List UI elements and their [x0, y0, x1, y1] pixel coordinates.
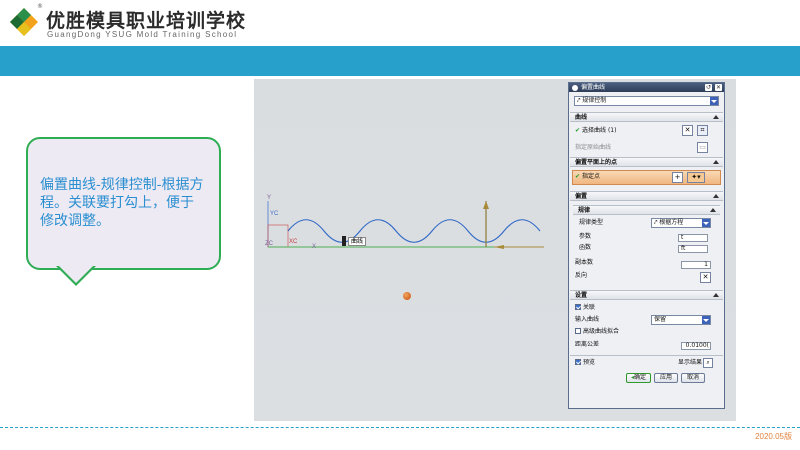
magnifier-icon[interactable]: ⌕ — [703, 358, 713, 368]
param-label: 参数 — [579, 233, 592, 240]
point-dialog-button[interactable]: + — [672, 172, 683, 183]
section-settings[interactable]: 设置 — [570, 290, 723, 300]
func-label: 函数 — [579, 244, 592, 251]
law-type-value: 根据方程 — [659, 219, 684, 226]
section-law[interactable]: 规律 — [573, 205, 720, 215]
axis-label-zc: ZC — [265, 241, 273, 247]
select-curve-label: 选择曲线 (1) — [582, 127, 617, 134]
type-combo[interactable]: ⤤ 规律控制 — [574, 96, 719, 106]
divider — [570, 355, 723, 356]
collapse-icon — [710, 208, 716, 212]
copies-field[interactable]: 1 — [681, 261, 711, 269]
callout-tail-fill — [59, 266, 93, 283]
slide: ® 优胜模具职业培训学校 GuangDong YSUG Mold Trainin… — [0, 0, 800, 450]
preview-checkbox[interactable]: 预览 — [575, 359, 595, 367]
version-label: 2020.05版 — [755, 432, 792, 441]
specify-point-label-row: ✔ 指定点 — [575, 173, 600, 181]
section-offset-label: 偏置 — [575, 193, 588, 200]
deselect-curve-button[interactable]: ✕ — [682, 125, 693, 136]
registered-mark: ® — [37, 3, 43, 10]
school-name-en: GuangDong YSUG Mold Training School — [47, 30, 238, 39]
chevron-down-icon — [710, 97, 718, 105]
callout-bubble: 偏置曲线-规律控制-根据方程。关联要打勾上，便于修改调整。 — [26, 137, 221, 270]
collapse-icon — [713, 194, 719, 198]
section-offset[interactable]: 偏置 — [570, 191, 723, 201]
section-law-label: 规律 — [578, 207, 591, 214]
copies-label: 副本数 — [575, 259, 594, 266]
specified-point-marker[interactable] — [403, 292, 411, 300]
preview-label: 预览 — [583, 359, 596, 366]
footer-divider — [0, 427, 800, 428]
axis-label-x: X — [312, 244, 317, 250]
section-curve[interactable]: 曲线 — [570, 112, 723, 122]
callout-text: 偏置曲线-规律控制-根据方程。关联要打勾上，便于修改调整。 — [40, 177, 204, 229]
axis-label-yc: YC — [270, 211, 279, 217]
curve-label: 曲线 — [348, 237, 367, 246]
curve-select-icon[interactable]: ⌗ — [697, 125, 708, 136]
specify-origin-curve-label: 指定原始曲线 — [575, 144, 612, 151]
graphics-viewport[interactable]: Y YC XC ZC X 曲线 — [254, 79, 564, 421]
cad-screenshot: Y YC XC ZC X 曲线 偏置曲线 ↺ ✕ ⤤ 规律控制 曲线 ✔ 选择曲线… — [254, 79, 736, 421]
advanced-curve-fit-checkbox[interactable]: 高级曲线拟合 — [575, 328, 619, 336]
reset-icon[interactable]: ↺ — [705, 84, 712, 91]
section-offset-plane-point-label: 偏置平面上的点 — [575, 159, 618, 166]
section-curve-label: 曲线 — [575, 114, 588, 121]
dialog-titlebar: 偏置曲线 ↺ ✕ — [569, 83, 724, 92]
cancel-button[interactable]: 取消 — [681, 373, 705, 383]
checkbox-unchecked-icon — [575, 328, 581, 334]
school-name-cn: 优胜模具职业培训学校 — [46, 10, 247, 32]
chevron-down-icon — [702, 316, 710, 324]
input-curve-combo[interactable]: 保留 — [651, 315, 711, 325]
viewport-graphics — [267, 201, 544, 249]
dialog-title: 偏置曲线 — [581, 84, 606, 91]
advanced-curve-label: 高级曲线拟合 — [583, 328, 620, 335]
section-settings-label: 设置 — [575, 292, 588, 299]
chevron-down-icon — [702, 219, 710, 227]
collapse-icon — [713, 160, 719, 164]
title-bar — [0, 46, 800, 76]
show-result-label[interactable]: 显示结果 — [678, 359, 702, 367]
associative-checkbox[interactable]: 关联 — [575, 304, 595, 312]
section-offset-plane-point[interactable]: 偏置平面上的点 — [570, 157, 723, 167]
gear-icon — [572, 84, 578, 91]
check-icon: ✔ — [575, 173, 581, 180]
law-type-combo[interactable]: ⤤ 根据方程 — [651, 218, 711, 228]
collapse-icon — [713, 115, 719, 119]
distance-tol-label: 距离公差 — [575, 341, 600, 348]
input-curve-value: 保留 — [654, 316, 667, 323]
select-curve-row[interactable]: ✔ 选择曲线 (1) — [575, 127, 616, 135]
associative-label: 关联 — [583, 304, 596, 311]
reverse-direction-button[interactable]: ✕ — [700, 272, 711, 283]
point-type-dropdown[interactable]: ✦▾ — [687, 172, 705, 183]
ok-button[interactable]: ◂确定 — [626, 373, 651, 383]
origin-curve-button[interactable]: ▭ — [697, 142, 708, 153]
func-field[interactable]: ft — [678, 245, 708, 253]
law-type-label: 规律类型 — [579, 219, 604, 226]
type-value: 规律控制 — [582, 97, 607, 104]
check-icon: ✔ — [575, 127, 581, 134]
axis-label-xc: XC — [289, 239, 298, 245]
reverse-label: 反向 — [575, 272, 588, 279]
offset-curve-dialog: 偏置曲线 ↺ ✕ ⤤ 规律控制 曲线 ✔ 选择曲线 (1) ✕ ⌗ 指定原始曲线 … — [568, 82, 725, 409]
checkbox-checked-icon — [575, 359, 581, 365]
ok-label: 确定 — [634, 374, 647, 381]
collapse-icon — [713, 293, 719, 297]
close-icon[interactable]: ✕ — [715, 84, 722, 91]
apply-button[interactable]: 应用 — [654, 373, 678, 383]
axis-label-y: Y — [267, 195, 272, 201]
param-field[interactable]: t — [678, 234, 708, 242]
school-logo — [10, 8, 38, 36]
checkbox-checked-icon — [575, 304, 581, 310]
input-curve-label: 输入曲线 — [575, 316, 600, 323]
distance-tol-field[interactable]: 0.0100( — [681, 342, 711, 350]
specify-point-label: 指定点 — [582, 173, 601, 180]
